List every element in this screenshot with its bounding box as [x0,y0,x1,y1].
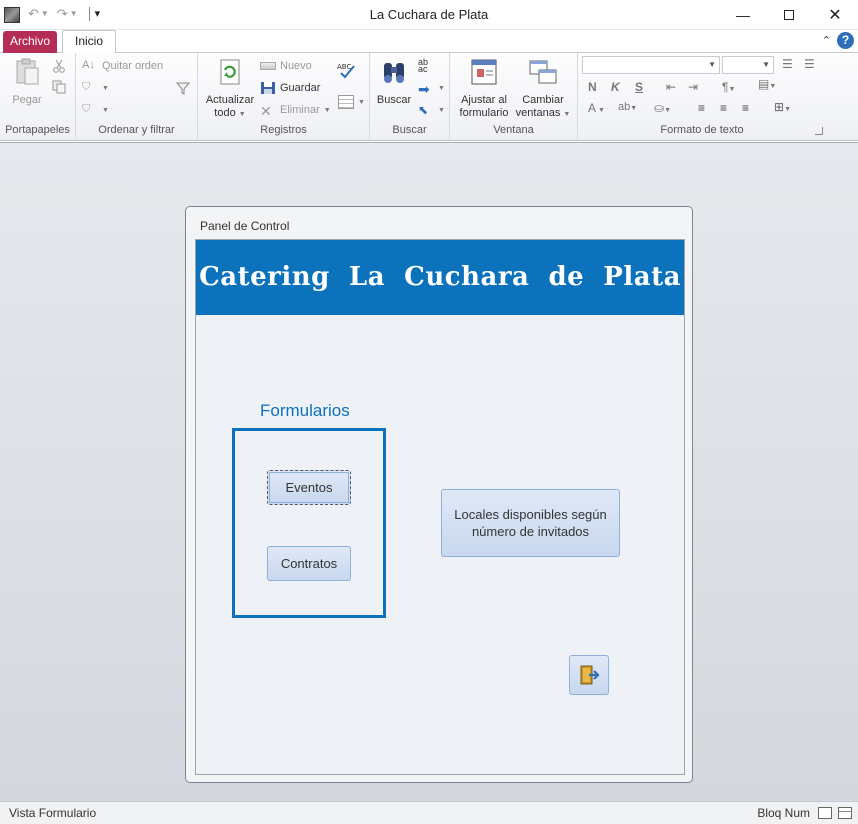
svg-text:ABC: ABC [337,63,351,71]
close-button[interactable]: ✕ [812,0,858,30]
select-pointer-icon: ⬉ [418,103,429,117]
group-label-find: Buscar [392,124,427,136]
switch-windows-icon [529,60,557,84]
paragraph-icon[interactable]: ¶▼ [722,80,735,94]
italic-button[interactable]: K [611,80,620,94]
title-bar: ↶ ▼ ↷ ▼ ▾ La Cuchara de Plata — ✕ [0,0,858,30]
switch-windows-button[interactable]: Cambiar ventanas ▼ [514,57,572,121]
refresh-all-button[interactable]: Actualizar todo ▼ [202,57,258,121]
form-window: Panel de Control Catering La Cuchara de … [185,206,693,783]
line-spacing-icon[interactable]: ▤▼ [758,77,776,91]
delete-record-button[interactable]: ✕ Eliminar ▼ [260,101,331,119]
group-text-format: ▼ ▼ ☰ ☰ N K S ⇤ ⇥ ¶▼ ▤▼ A ▼ ab▼ ⛀▼ ≡ ≡ ≡… [578,53,826,139]
new-record-button[interactable]: Nuevo [260,57,312,75]
tab-file[interactable]: Archivo [3,31,57,53]
goto-button[interactable]: ➡ ▼ [418,79,445,97]
form-body: Catering La Cuchara de Plata Formularios… [195,239,685,775]
underline-button[interactable]: S [635,80,643,94]
num-lock-indicator: Bloq Num [757,806,810,820]
remove-sort-button[interactable]: A↓ Quitar orden [82,57,163,75]
group-records: Actualizar todo ▼ Nuevo Guardar ✕ Elimin… [198,53,370,139]
align-center-icon[interactable]: ≡ [720,101,727,115]
paste-icon [16,58,39,85]
collapse-ribbon-icon[interactable]: ⌃ [822,34,831,47]
decrease-indent-icon[interactable]: ⇤ [666,80,676,94]
ribbon-tabs: Archivo Inicio ⌃ ? [0,30,858,54]
advanced-filter-icon: ⛉ [82,103,91,115]
ribbon: Pegar Portapapeles A↓ Quitar orden ⛉ ▼ ⛉ ▼… [0,53,858,141]
numbered-list-icon[interactable]: ☰ [804,57,815,71]
fit-form-icon [471,59,497,85]
status-bar: Vista Formulario Bloq Num [0,801,858,824]
venues-label-line1: Locales disponibles según [454,507,607,522]
remove-sort-icon: A↓ [82,59,95,71]
gridlines-icon[interactable]: ⊞▼ [774,100,791,114]
tab-home[interactable]: Inicio [62,30,116,54]
exit-door-icon [580,665,600,685]
group-label-records: Registros [260,124,307,136]
group-label-window: Ventana [493,124,534,136]
save-record-button[interactable]: Guardar [260,79,320,97]
form-window-title: Panel de Control [200,219,290,233]
group-window: Ajustar al formulario Cambiar ventanas ▼… [450,53,578,139]
form-view-icon[interactable] [818,807,832,819]
status-view-label: Vista Formulario [9,806,97,820]
layout-view-icon[interactable] [838,807,852,819]
available-venues-button[interactable]: Locales disponibles según número de invi… [441,489,620,557]
more-grid-icon [338,95,354,109]
form-header-title: Catering La Cuchara de Plata [199,262,681,292]
cut-icon[interactable] [52,59,66,73]
group-find: Buscar ab ac ➡ ▼ ⬉ ▼ Buscar [370,53,450,139]
venues-label-line2: número de invitados [471,524,590,539]
group-clipboard: Pegar Portapapeles [0,53,76,139]
bold-button[interactable]: N [588,80,597,94]
help-icon[interactable]: ? [837,32,854,49]
font-color-button[interactable]: A ▼ [588,101,605,115]
text-format-launcher-icon[interactable] [815,127,823,135]
more-records-button[interactable]: ▼ [338,93,365,111]
group-sort-filter: A↓ Quitar orden ⛉ ▼ ⛉ ▼ Ordenar y filtrar [76,53,198,139]
select-button[interactable]: ⬉ ▼ [418,101,445,119]
font-size-combo[interactable]: ▼ [722,56,774,74]
form-header: Catering La Cuchara de Plata [196,240,684,315]
font-name-combo[interactable]: ▼ [582,56,720,74]
paste-button[interactable]: Pegar [8,57,46,107]
find-button[interactable]: Buscar [374,57,414,107]
events-button[interactable]: Eventos [267,470,351,505]
filter-icon[interactable] [176,81,190,95]
fit-to-form-button[interactable]: Ajustar al formulario [456,57,512,120]
new-record-icon [260,62,276,70]
binoculars-icon [384,63,404,83]
workspace: Panel de Control Catering La Cuchara de … [0,142,858,801]
replace-button[interactable]: ab ac [418,57,434,75]
forms-group-box [232,428,386,618]
align-right-icon[interactable]: ≡ [742,101,749,115]
contracts-button[interactable]: Contratos [267,546,351,581]
increase-indent-icon[interactable]: ⇥ [688,80,698,94]
fill-color-icon[interactable]: ⛀▼ [654,101,671,115]
minimize-button[interactable]: — [720,0,766,30]
advanced-filter-button[interactable]: ⛉ ▼ [82,101,109,119]
group-label-clipboard: Portapapeles [5,124,70,136]
goto-arrow-icon: ➡ [418,81,430,97]
align-left-icon[interactable]: ≡ [698,101,705,115]
group-label-text-format: Formato de texto [660,124,744,136]
delete-icon: ✕ [260,103,272,119]
maximize-icon [784,10,794,20]
replace-icon: ab ac [418,57,429,74]
filter-selection-icon: ⛉ [82,81,91,93]
highlight-icon[interactable]: ab▼ [618,101,637,113]
save-icon [261,82,275,94]
refresh-icon [220,59,240,85]
copy-icon[interactable] [52,80,66,94]
exit-button[interactable] [569,655,609,695]
group-label-sort-filter: Ordenar y filtrar [98,124,175,136]
filter-selection-button[interactable]: ⛉ ▼ [82,79,109,97]
maximize-button[interactable] [766,0,812,30]
forms-section-label: Formularios [260,401,350,420]
bullet-list-icon[interactable]: ☰ [782,57,793,71]
spelling-icon[interactable]: ABC [336,61,356,79]
